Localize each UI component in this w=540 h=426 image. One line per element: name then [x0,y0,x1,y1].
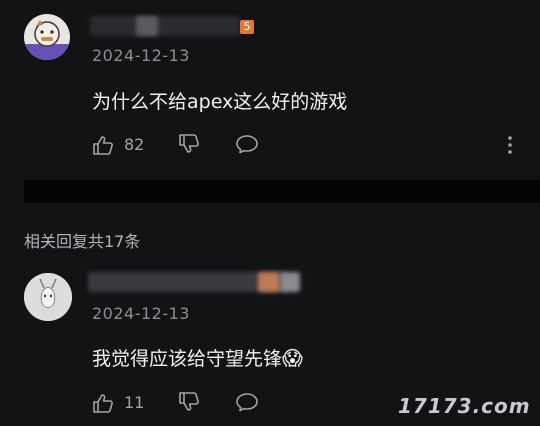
site-watermark: 17173.com [398,394,531,418]
more-options-button[interactable] [506,135,516,157]
avatar[interactable] [24,14,70,60]
like-button[interactable]: 11 [92,391,152,415]
name-block [90,16,240,36]
name-block [136,16,158,36]
name-block [258,272,280,292]
comment-date: 2024-12-13 [92,304,190,323]
like-button[interactable]: 82 [92,133,152,157]
thumbs-up-icon [93,136,113,155]
replies-count-label[interactable]: 相关回复共17条 [24,228,140,252]
avatar[interactable] [24,273,72,321]
vertical-dots-icon [508,136,512,154]
username-blurred[interactable]: 5 [90,14,260,36]
like-count: 11 [124,393,145,412]
thumbs-down-icon [179,392,199,411]
like-count: 82 [124,135,145,154]
level-badge: 5 [240,20,254,34]
shocked-emoji: 😱 [282,346,303,370]
comment-text-body: 我觉得应该给守望先锋 [92,348,283,370]
comment-text: 为什么不给apex这么好的游戏 [92,91,348,113]
thumbs-up-icon [93,394,113,413]
level-badge-text: 5 [243,20,251,33]
comment-date: 2024-12-13 [92,46,190,65]
comment-text: 我觉得应该给守望先锋😱 [92,344,303,371]
reply-button[interactable] [235,134,259,156]
thumbs-down-icon [179,134,199,153]
section-divider [24,180,540,203]
dislike-button[interactable] [178,134,202,156]
speech-bubble-icon [236,393,258,412]
reply-button[interactable] [235,392,259,414]
username-blurred[interactable] [88,272,308,294]
avatar-image [24,273,72,321]
name-block [280,272,300,292]
avatar-image [24,20,70,60]
speech-bubble-icon [236,135,258,154]
dislike-button[interactable] [178,392,202,414]
